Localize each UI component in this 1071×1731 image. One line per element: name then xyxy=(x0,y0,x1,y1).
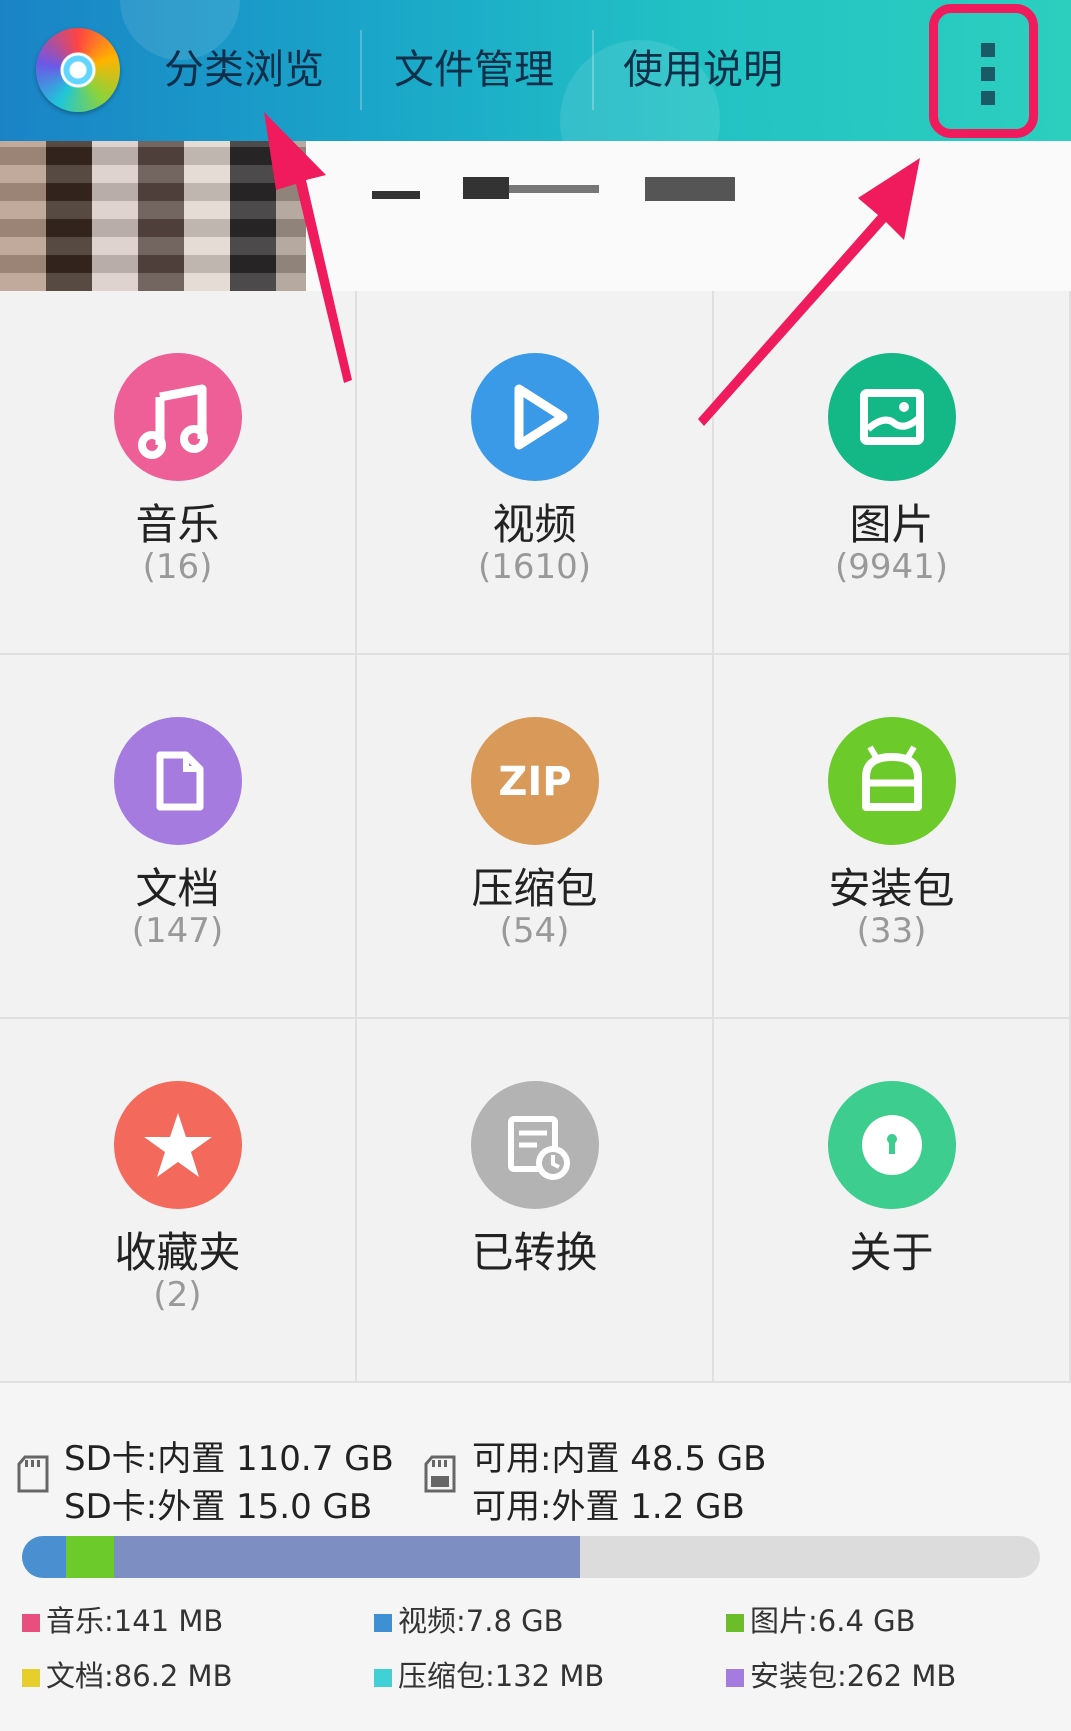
category-apps[interactable]: 安装包 (33) xyxy=(714,655,1071,1019)
legend-swatch xyxy=(22,1614,40,1632)
category-converted[interactable]: 已转换 xyxy=(357,1019,714,1383)
ad-banner-blurred-text xyxy=(645,177,735,201)
category-video[interactable]: 视频 (1610) xyxy=(357,291,714,655)
svg-text:ZIP: ZIP xyxy=(498,759,571,805)
tab-divider xyxy=(592,30,594,110)
category-count: (33) xyxy=(856,911,927,951)
category-count: (9941) xyxy=(834,547,949,587)
legend-music: 音乐:141 MB xyxy=(22,1598,223,1640)
sd-card-icon xyxy=(17,1455,49,1493)
category-grid: 音乐 (16) 视频 (1610) 图片 (9941) 文档 (147) ZIP… xyxy=(0,291,1071,1383)
legend-label: 安装包:262 MB xyxy=(750,1659,957,1693)
category-archives[interactable]: ZIP 压缩包 (54) xyxy=(357,655,714,1019)
play-icon xyxy=(470,353,599,481)
ad-banner-blurred-text xyxy=(463,177,509,199)
tab-divider xyxy=(360,30,362,110)
category-label: 压缩包 xyxy=(471,864,598,913)
ad-banner-blurred-text xyxy=(372,191,420,199)
legend-swatch xyxy=(374,1669,392,1687)
legend-label: 文档:86.2 MB xyxy=(46,1659,233,1693)
sd-external-total: SD卡:外置 15.0 GB xyxy=(64,1487,373,1527)
storage-usage-bar xyxy=(22,1536,1040,1578)
legend-label: 视频:7.8 GB xyxy=(398,1604,564,1638)
category-count: (16) xyxy=(142,547,213,587)
storage-usage-segment xyxy=(22,1536,66,1578)
legend-video: 视频:7.8 GB xyxy=(374,1598,563,1640)
category-favorites[interactable]: 收藏夹 (2) xyxy=(0,1019,357,1383)
category-label: 已转换 xyxy=(471,1228,598,1277)
category-count: (2) xyxy=(153,1275,202,1315)
free-external: 可用:外置 1.2 GB xyxy=(472,1487,745,1527)
legend-swatch xyxy=(726,1614,744,1632)
free-internal: 可用:内置 48.5 GB xyxy=(472,1439,767,1479)
app-logo-icon[interactable] xyxy=(36,28,120,112)
tab-category-browse[interactable]: 分类浏览 xyxy=(164,40,324,100)
converted-file-icon xyxy=(470,1081,599,1209)
category-pictures[interactable]: 图片 (9941) xyxy=(714,291,1071,655)
storage-usage-segment xyxy=(114,1536,580,1578)
info-icon xyxy=(827,1081,956,1209)
category-about[interactable]: 关于 xyxy=(714,1019,1071,1383)
ad-banner-image xyxy=(0,141,306,291)
legend-swatch xyxy=(22,1669,40,1687)
legend-swatch xyxy=(374,1614,392,1632)
legend-label: 图片:6.4 GB xyxy=(750,1604,916,1638)
category-count: (1610) xyxy=(477,547,592,587)
legend-documents: 文档:86.2 MB xyxy=(22,1653,232,1695)
category-label: 关于 xyxy=(849,1228,934,1277)
more-vert-icon xyxy=(981,67,995,81)
legend-label: 压缩包:132 MB xyxy=(398,1659,605,1693)
category-label: 音乐 xyxy=(135,500,220,549)
storage-free-icon xyxy=(424,1455,456,1493)
document-icon xyxy=(113,717,242,845)
category-label: 收藏夹 xyxy=(114,1228,241,1277)
category-music[interactable]: 音乐 (16) xyxy=(0,291,357,655)
ad-banner-blurred-text xyxy=(509,185,599,193)
category-count: (147) xyxy=(131,911,224,951)
ad-banner[interactable] xyxy=(0,141,1071,291)
android-icon xyxy=(827,717,956,845)
tab-user-guide[interactable]: 使用说明 xyxy=(623,40,783,100)
category-label: 文档 xyxy=(135,864,220,913)
zip-icon: ZIP xyxy=(470,717,599,845)
legend-pictures: 图片:6.4 GB xyxy=(726,1598,915,1640)
sd-internal-total: SD卡:内置 110.7 GB xyxy=(64,1439,394,1479)
category-label: 视频 xyxy=(492,500,577,549)
tab-file-management[interactable]: 文件管理 xyxy=(394,40,554,100)
storage-summary: SD卡:内置 110.7 GB SD卡:外置 15.0 GB 可用:内置 48.… xyxy=(0,1383,1071,1731)
category-count: (54) xyxy=(499,911,570,951)
more-vert-icon xyxy=(981,43,995,57)
category-label: 图片 xyxy=(849,500,934,549)
top-app-bar: 分类浏览 文件管理 使用说明 xyxy=(0,0,1071,141)
legend-apps: 安装包:262 MB xyxy=(726,1653,956,1695)
image-icon xyxy=(827,353,956,481)
category-label: 安装包 xyxy=(828,864,955,913)
more-vert-icon xyxy=(981,91,995,105)
star-icon xyxy=(113,1081,242,1209)
more-options-button[interactable] xyxy=(929,4,1038,138)
category-documents[interactable]: 文档 (147) xyxy=(0,655,357,1019)
legend-label: 音乐:141 MB xyxy=(46,1604,224,1638)
music-icon xyxy=(113,353,242,481)
legend-swatch xyxy=(726,1669,744,1687)
legend-archives: 压缩包:132 MB xyxy=(374,1653,604,1695)
storage-usage-segment xyxy=(66,1536,114,1578)
